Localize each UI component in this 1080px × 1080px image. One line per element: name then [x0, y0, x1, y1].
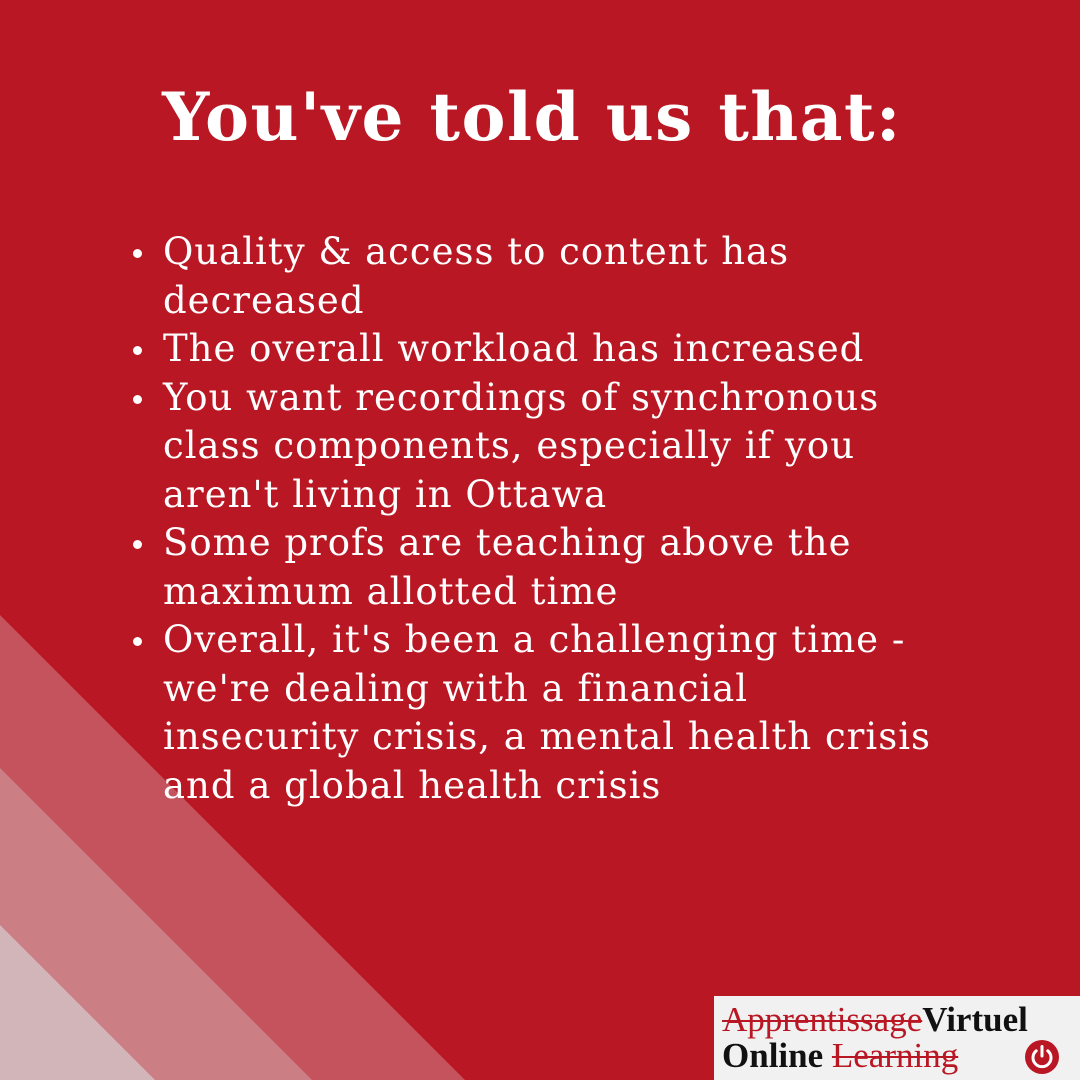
bullet-item: Quality & access to content has decrease…	[133, 228, 1003, 325]
bullet-item: The overall workload has increased	[133, 325, 1003, 374]
logo-line-2: Online Learning	[722, 1036, 958, 1076]
bullet-item: You want recordings of synchronous class…	[133, 374, 1003, 520]
logo-word: Virtuel	[922, 1000, 1028, 1039]
bullet-text: Some profs are teaching above the maximu…	[163, 521, 852, 613]
bullet-dot	[133, 394, 142, 404]
bullet-item: Some profs are teaching above the maximu…	[133, 519, 1003, 616]
bullet-dot	[133, 346, 142, 355]
bullet-text: The overall workload has increased	[163, 327, 865, 370]
bullet-text: You want recordings of synchronous class…	[163, 375, 880, 516]
logo-struck-word: Learning	[831, 1036, 959, 1075]
bullet-dot	[133, 540, 142, 549]
bullet-list: Quality & access to content has decrease…	[133, 228, 1003, 810]
logo-line-1: ApprentissageVirtuel	[722, 1000, 1028, 1040]
online-learning-logo: ApprentissageVirtuel Online Learning	[714, 996, 1080, 1080]
logo-word: Online	[722, 1036, 824, 1075]
logo-struck-word: Apprentissage	[722, 1000, 923, 1039]
bullet-item: Overall, it's been a challenging time - …	[133, 616, 1003, 810]
bullet-dot	[133, 637, 142, 646]
bullet-dot	[133, 249, 142, 258]
bullet-text: Overall, it's been a challenging time - …	[163, 618, 932, 807]
power-icon	[1025, 1040, 1059, 1074]
page-title: You've told us that:	[162, 78, 902, 156]
bullet-text: Quality & access to content has decrease…	[163, 230, 790, 322]
